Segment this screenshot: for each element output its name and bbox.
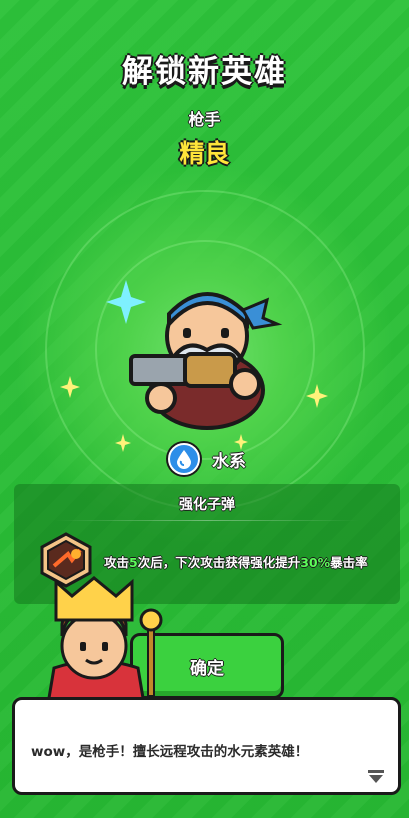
dialog-box[interactable]: wow，是枪手！擅长远程攻击的水元素英雄！ [12, 697, 401, 795]
element-label: 水系 [212, 451, 246, 472]
skill-description: 攻击5次后，下次攻击获得强化提升30%暴击率 [104, 555, 368, 570]
hero-element: 水系 [168, 443, 246, 475]
gunner-hero-avatar [129, 292, 283, 430]
divider [54, 520, 360, 521]
dialog-text: wow，是枪手！擅长远程攻击的水元素英雄！ [31, 744, 309, 760]
hero-class: 枪手 [188, 110, 221, 129]
king-advisor-avatar [46, 576, 163, 706]
sparkle-icon [306, 384, 328, 408]
water-drop-icon [168, 443, 200, 475]
triangle-down-icon[interactable] [368, 770, 384, 784]
sparkle-icon [60, 376, 80, 398]
hero-rarity: 精良 [179, 139, 230, 168]
skill-name: 强化子弹 [179, 497, 235, 513]
sparkle-icon [115, 434, 131, 452]
screen-title: 解锁新英雄 [122, 54, 287, 90]
